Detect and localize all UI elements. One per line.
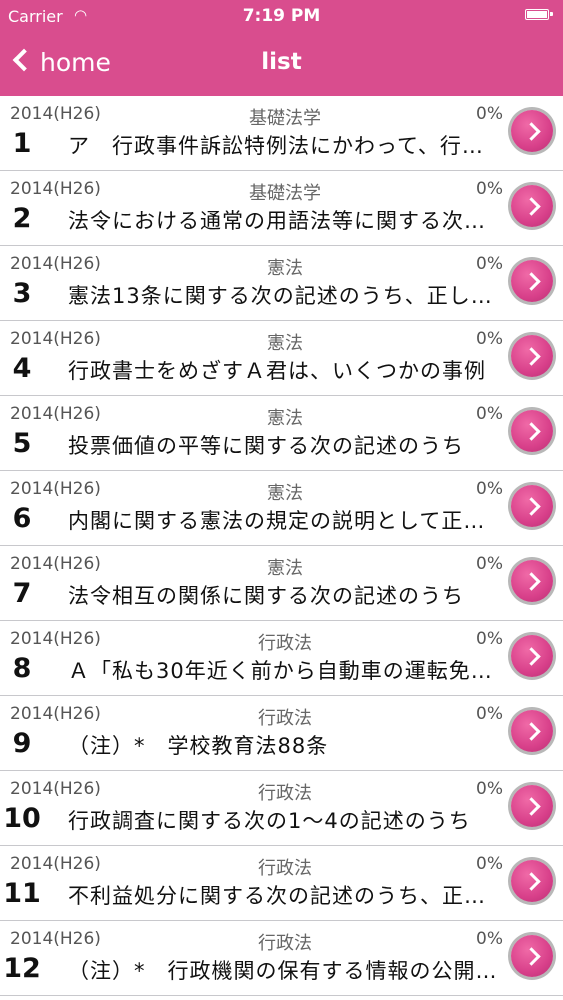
- list-item[interactable]: 2014(H26) 憲法 0% 5 投票価値の平等に関する次の記述のうち: [0, 396, 563, 471]
- item-text: （注）* 行政機関の保有する情報の公開に関する: [68, 959, 502, 983]
- list-item[interactable]: 2014(H26) 憲法 0% 6 内閣に関する憲法の規定の説明として正しい: [0, 471, 563, 546]
- status-time: 7:19 PM: [242, 6, 321, 26]
- item-category: 憲法: [267, 408, 303, 429]
- list-item[interactable]: 2014(H26) 基礎法学 0% 2 法令における通常の用語法等に関する次の記…: [0, 171, 563, 246]
- item-category: 行政法: [258, 783, 312, 804]
- item-progress: 0%: [476, 479, 503, 499]
- item-year: 2014(H26): [10, 254, 101, 274]
- item-number: 3: [12, 278, 32, 309]
- item-number: 8: [12, 653, 32, 684]
- item-number: 5: [12, 428, 32, 459]
- item-text: 内閣に関する憲法の規定の説明として正しい: [68, 509, 502, 533]
- status-bar: Carrier ◠ 7:19 PM: [0, 0, 563, 32]
- battery-icon: [525, 9, 553, 20]
- item-year: 2014(H26): [10, 929, 101, 949]
- chevron-right-icon[interactable]: [511, 485, 553, 527]
- item-text: Ａ「私も30年近く前から自動車の運転免許を: [68, 659, 502, 683]
- chevron-right-icon[interactable]: [511, 260, 553, 302]
- item-progress: 0%: [476, 254, 503, 274]
- item-text: 法令における通常の用語法等に関する次の記述: [68, 209, 502, 233]
- item-category: 憲法: [267, 558, 303, 579]
- item-category: 基礎法学: [249, 183, 321, 204]
- item-text: 投票価値の平等に関する次の記述のうち: [68, 434, 464, 458]
- item-text: 憲法13条に関する次の記述のうち、正しいもの: [68, 284, 502, 308]
- chevron-right-icon[interactable]: [511, 110, 553, 152]
- item-category: 憲法: [267, 258, 303, 279]
- list-item[interactable]: 2014(H26) 行政法 0% 8 Ａ「私も30年近く前から自動車の運転免許を: [0, 621, 563, 696]
- item-category: 行政法: [258, 708, 312, 729]
- item-category: 行政法: [258, 858, 312, 879]
- navigation-bar: home list: [0, 32, 563, 96]
- item-text: 不利益処分に関する次の記述のうち、正しい: [68, 884, 502, 908]
- list-item[interactable]: 2014(H26) 基礎法学 0% 1 ア 行政事件訴訟特例法にかわって、行政事…: [0, 96, 563, 171]
- chevron-right-icon[interactable]: [511, 560, 553, 602]
- question-list: 2014(H26) 基礎法学 0% 1 ア 行政事件訴訟特例法にかわって、行政事…: [0, 96, 563, 996]
- item-progress: 0%: [476, 104, 503, 124]
- item-text: 行政調査に関する次の1～4の記述のうち: [68, 809, 471, 833]
- item-progress: 0%: [476, 554, 503, 574]
- chevron-right-icon[interactable]: [511, 785, 553, 827]
- item-year: 2014(H26): [10, 779, 101, 799]
- list-item[interactable]: 2014(H26) 憲法 0% 4 行政書士をめざすＡ君は、いくつかの事例: [0, 321, 563, 396]
- item-year: 2014(H26): [10, 179, 101, 199]
- item-text: （注）* 学校教育法88条: [68, 734, 329, 758]
- item-year: 2014(H26): [10, 479, 101, 499]
- list-item[interactable]: 2014(H26) 行政法 0% 10 行政調査に関する次の1～4の記述のうち: [0, 771, 563, 846]
- chevron-right-icon[interactable]: [511, 410, 553, 452]
- list-item[interactable]: 2014(H26) 行政法 0% 11 不利益処分に関する次の記述のうち、正しい: [0, 846, 563, 921]
- item-progress: 0%: [476, 404, 503, 424]
- item-year: 2014(H26): [10, 554, 101, 574]
- item-number: 11: [3, 878, 41, 909]
- list-item[interactable]: 2014(H26) 憲法 0% 3 憲法13条に関する次の記述のうち、正しいもの: [0, 246, 563, 321]
- item-category: 憲法: [267, 483, 303, 504]
- item-progress: 0%: [476, 779, 503, 799]
- item-progress: 0%: [476, 629, 503, 649]
- item-category: 憲法: [267, 333, 303, 354]
- item-year: 2014(H26): [10, 104, 101, 124]
- item-number: 2: [12, 203, 32, 234]
- item-progress: 0%: [476, 854, 503, 874]
- item-category: 行政法: [258, 933, 312, 954]
- item-year: 2014(H26): [10, 629, 101, 649]
- item-number: 12: [3, 953, 41, 984]
- chevron-right-icon[interactable]: [511, 335, 553, 377]
- chevron-right-icon[interactable]: [511, 185, 553, 227]
- item-progress: 0%: [476, 179, 503, 199]
- item-number: 7: [12, 578, 32, 609]
- item-text: 法令相互の関係に関する次の記述のうち: [68, 584, 464, 608]
- list-item[interactable]: 2014(H26) 行政法 0% 9 （注）* 学校教育法88条: [0, 696, 563, 771]
- chevron-right-icon[interactable]: [511, 635, 553, 677]
- item-number: 9: [12, 728, 32, 759]
- item-number: 1: [12, 128, 32, 159]
- item-year: 2014(H26): [10, 704, 101, 724]
- item-number: 4: [12, 353, 32, 384]
- chevron-right-icon[interactable]: [511, 710, 553, 752]
- item-year: 2014(H26): [10, 854, 101, 874]
- chevron-right-icon[interactable]: [511, 860, 553, 902]
- item-progress: 0%: [476, 329, 503, 349]
- page-title: list: [261, 49, 302, 75]
- item-number: 10: [3, 803, 41, 834]
- item-category: 行政法: [258, 633, 312, 654]
- list-item[interactable]: 2014(H26) 行政法 0% 12 （注）* 行政機関の保有する情報の公開に…: [0, 921, 563, 996]
- item-year: 2014(H26): [10, 329, 101, 349]
- item-text: ア 行政事件訴訟特例法にかわって、行政事件訴訟法が制定された: [68, 134, 502, 158]
- chevron-right-icon[interactable]: [511, 935, 553, 977]
- list-item[interactable]: 2014(H26) 憲法 0% 7 法令相互の関係に関する次の記述のうち: [0, 546, 563, 621]
- item-year: 2014(H26): [10, 404, 101, 424]
- item-progress: 0%: [476, 704, 503, 724]
- item-progress: 0%: [476, 929, 503, 949]
- item-text: 行政書士をめざすＡ君は、いくつかの事例: [68, 359, 486, 383]
- item-number: 6: [12, 503, 32, 534]
- item-category: 基礎法学: [249, 108, 321, 129]
